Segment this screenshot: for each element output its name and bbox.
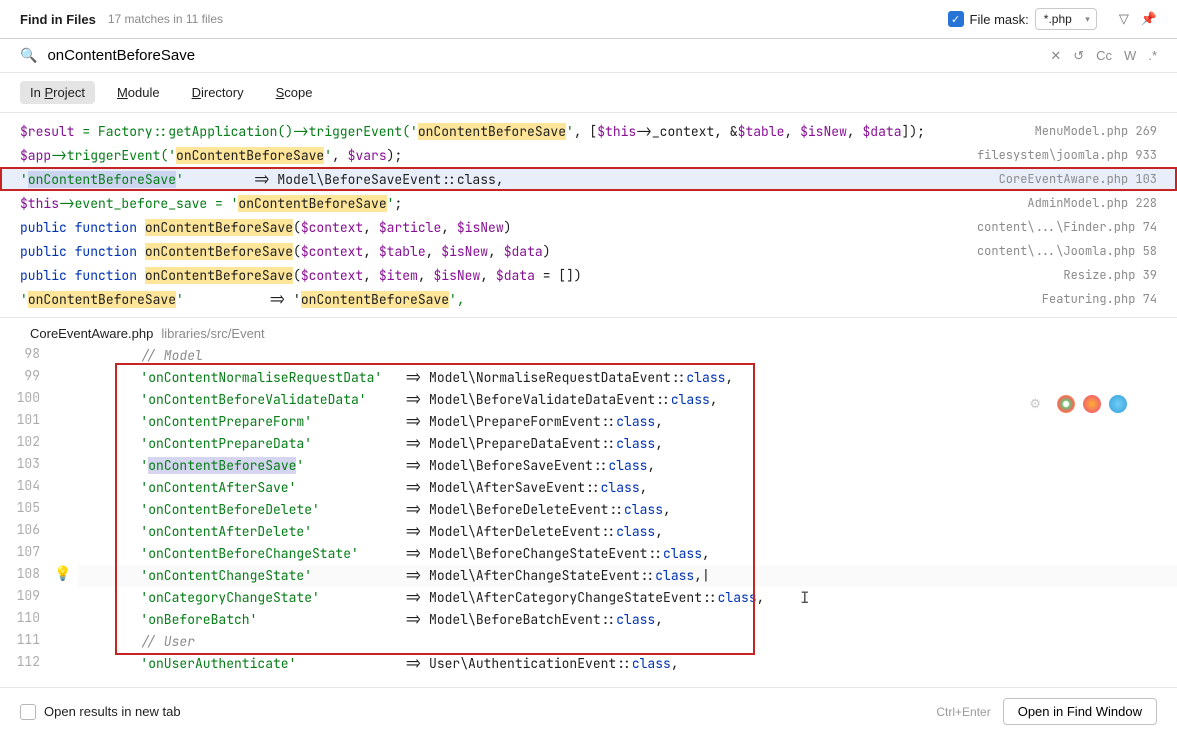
line-number: 108 bbox=[0, 565, 40, 587]
browser-icons: ⚙ bbox=[1029, 395, 1127, 413]
result-row[interactable]: public function onContentBeforeSave($con… bbox=[0, 239, 1177, 263]
text-cursor-icon: I bbox=[800, 587, 810, 608]
results-list: $result = Factory::getApplication()->tri… bbox=[0, 113, 1177, 317]
preview-filename[interactable]: CoreEventAware.php bbox=[30, 326, 153, 341]
line-number: 107 bbox=[0, 543, 40, 565]
code-preview[interactable]: 9899100101102103104105106107108109110111… bbox=[0, 345, 1177, 687]
code-line[interactable]: 'onContentBeforeChangeState' => Model\Be… bbox=[78, 543, 1177, 565]
file-mask-label: File mask: bbox=[970, 12, 1029, 27]
line-number: 99 bbox=[0, 367, 40, 389]
open-new-tab-checkbox[interactable] bbox=[20, 704, 36, 720]
regex-toggle[interactable]: .* bbox=[1148, 48, 1157, 63]
file-mask-checkbox[interactable]: ✓ bbox=[948, 11, 964, 27]
line-number: 106 bbox=[0, 521, 40, 543]
edge-icon[interactable] bbox=[1109, 395, 1127, 413]
scope-tab-in-project[interactable]: In Project bbox=[20, 81, 95, 104]
code-line[interactable]: 'onContentPrepareForm' => Model\PrepareF… bbox=[78, 411, 1177, 433]
pin-icon[interactable]: 📌 bbox=[1141, 11, 1157, 27]
result-row[interactable]: $result = Factory::getApplication()->tri… bbox=[0, 119, 1177, 143]
open-new-tab-label: Open results in new tab bbox=[44, 704, 181, 719]
chevron-down-icon: ▾ bbox=[1085, 14, 1090, 25]
line-number: 101 bbox=[0, 411, 40, 433]
preview-path: libraries/src/Event bbox=[161, 326, 264, 341]
code-line[interactable]: // Model bbox=[78, 345, 1177, 367]
shortcut-hint: Ctrl+Enter bbox=[936, 705, 990, 719]
chrome-icon[interactable] bbox=[1057, 395, 1075, 413]
line-number: 102 bbox=[0, 433, 40, 455]
code-line[interactable]: 'onContentBeforeValidateData' => Model\B… bbox=[78, 389, 1177, 411]
clear-icon[interactable]: ✕ bbox=[1050, 48, 1061, 64]
line-number: 105 bbox=[0, 499, 40, 521]
code-line[interactable]: 'onContentNormaliseRequestData' => Model… bbox=[78, 367, 1177, 389]
code-line[interactable]: 'onContentPrepareData' => Model\PrepareD… bbox=[78, 433, 1177, 455]
dialog-title: Find in Files bbox=[20, 12, 96, 27]
line-number: 103 bbox=[0, 455, 40, 477]
search-icon: 🔍 bbox=[20, 47, 37, 64]
dialog-header: Find in Files 17 matches in 11 files ✓ F… bbox=[0, 0, 1177, 39]
code-line[interactable]: 'onContentChangeState' => Model\AfterCha… bbox=[78, 565, 1177, 587]
match-case-toggle[interactable]: Cc bbox=[1096, 48, 1112, 63]
result-row[interactable]: 'onContentBeforeSave' => 'onContentBefor… bbox=[0, 287, 1177, 311]
line-number: 111 bbox=[0, 631, 40, 653]
code-line[interactable]: 'onContentAfterDelete' => Model\AfterDel… bbox=[78, 521, 1177, 543]
result-row[interactable]: $app->triggerEvent('onContentBeforeSave'… bbox=[0, 143, 1177, 167]
line-number: 110 bbox=[0, 609, 40, 631]
scope-tab-module[interactable]: Module bbox=[107, 81, 170, 104]
code-line[interactable]: // User bbox=[78, 631, 1177, 653]
scope-tab-directory[interactable]: Directory bbox=[182, 81, 254, 104]
result-row[interactable]: public function onContentBeforeSave($con… bbox=[0, 215, 1177, 239]
scope-tab-scope[interactable]: Scope bbox=[266, 81, 323, 104]
scope-tabs: In Project Module Directory Scope bbox=[0, 73, 1177, 113]
match-count: 17 matches in 11 files bbox=[108, 12, 948, 26]
preview-header: CoreEventAware.php libraries/src/Event bbox=[0, 317, 1177, 345]
result-row[interactable]: $this->event_before_save = 'onContentBef… bbox=[0, 191, 1177, 215]
result-row[interactable]: 'onContentBeforeSave' => Model\BeforeSav… bbox=[0, 167, 1177, 191]
whole-word-toggle[interactable]: W bbox=[1124, 48, 1136, 63]
settings-icon[interactable]: ⚙ bbox=[1029, 395, 1041, 413]
history-icon[interactable]: ↺ bbox=[1073, 48, 1084, 64]
file-mask-select[interactable]: *.php▾ bbox=[1035, 8, 1097, 30]
line-number: 104 bbox=[0, 477, 40, 499]
line-number: 112 bbox=[0, 653, 40, 675]
dialog-footer: Open results in new tab Ctrl+Enter Open … bbox=[0, 687, 1177, 735]
result-row[interactable]: public function onContentBeforeSave($con… bbox=[0, 263, 1177, 287]
code-line[interactable]: 'onCategoryChangeState' => Model\AfterCa… bbox=[78, 587, 1177, 609]
code-line[interactable]: 'onContentBeforeDelete' => Model\BeforeD… bbox=[78, 499, 1177, 521]
line-number: 98 bbox=[0, 345, 40, 367]
open-find-window-button[interactable]: Open in Find Window bbox=[1003, 698, 1157, 725]
code-line[interactable]: 'onContentBeforeSave' => Model\BeforeSav… bbox=[78, 455, 1177, 477]
code-line[interactable]: 'onUserAuthenticate' => User\Authenticat… bbox=[78, 653, 1177, 675]
intention-bulb-icon[interactable]: 💡 bbox=[54, 565, 71, 583]
search-bar: 🔍 ✕ ↺ Cc W .* bbox=[0, 39, 1177, 73]
filter-icon[interactable]: ▽ bbox=[1119, 11, 1129, 27]
line-number: 100 bbox=[0, 389, 40, 411]
code-line[interactable]: 'onBeforeBatch' => Model\BeforeBatchEven… bbox=[78, 609, 1177, 631]
code-line[interactable]: 'onContentAfterSave' => Model\AfterSaveE… bbox=[78, 477, 1177, 499]
firefox-icon[interactable] bbox=[1083, 395, 1101, 413]
search-input[interactable] bbox=[47, 47, 1040, 64]
line-number: 109 bbox=[0, 587, 40, 609]
